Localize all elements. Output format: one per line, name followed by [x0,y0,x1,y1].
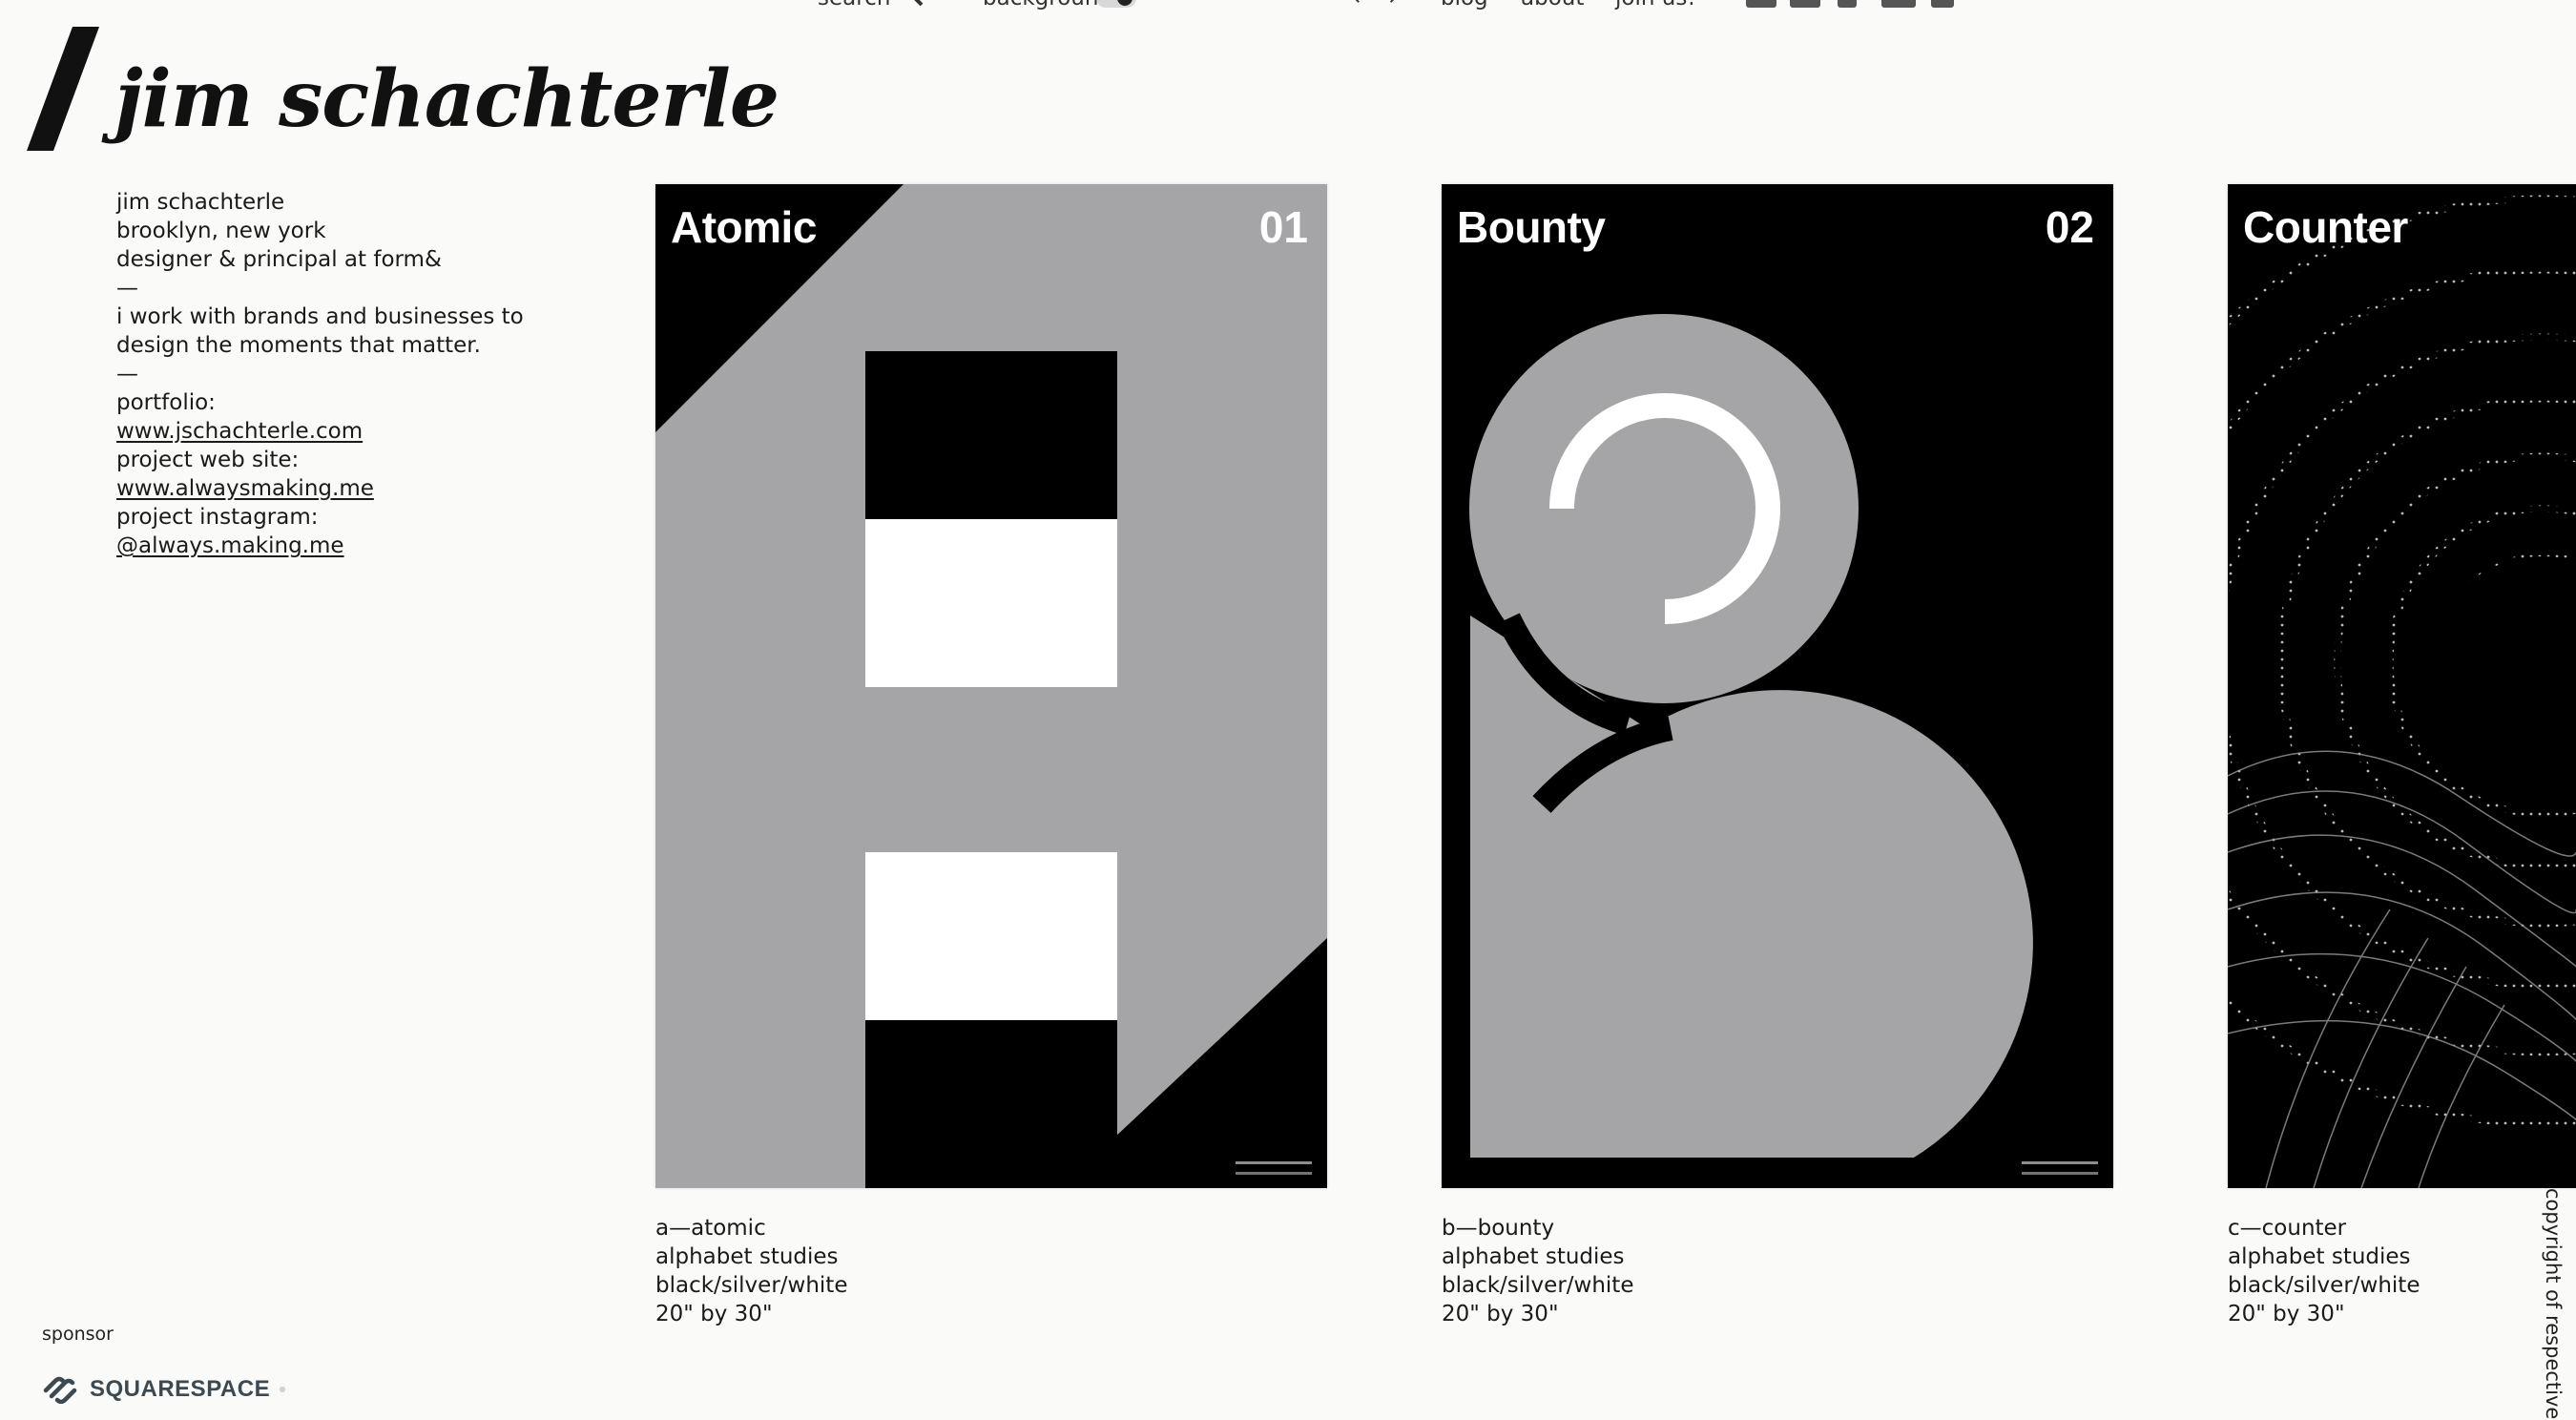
counter-artwork [2228,184,2576,1188]
caption-title[interactable]: b—bounty [1442,1214,1633,1242]
bio-statement-line-1: i work with brands and businesses to [116,304,524,329]
squarespace-logo-icon [43,1376,77,1404]
site-title[interactable]: jim schachterle [114,53,779,145]
sponsor-label: sponsor [42,1324,114,1345]
bounty-artwork [1442,184,2113,1188]
caption-size: 20" by 30" [2228,1302,2345,1326]
caption-series: alphabet studies [1442,1244,1625,1269]
bio-divider: — [116,362,138,386]
poster-title: Bounty [1457,202,1606,252]
nav-arrows[interactable]: ← → [1353,0,1397,10]
bio-location: brooklyn, new york [116,219,326,243]
caption-size: 20" by 30" [1442,1302,1559,1326]
toggle-knob [1117,0,1132,6]
poster-title: Atomic [671,202,817,252]
poster-number: 01 [1258,202,1308,252]
nav-about[interactable]: about [1521,0,1584,10]
caption-title[interactable]: c—counter [2228,1214,2420,1242]
caption-colors: black/silver/white [655,1273,848,1298]
tumblr-icon[interactable] [1838,0,1857,8]
top-nav: search background ← → blog about join us… [0,0,2576,10]
poster-title: Counter [2243,202,2408,252]
bio-role: designer & principal at form& [116,247,442,272]
google-plus-icon[interactable] [1790,0,1820,8]
nav-search-label[interactable]: search [818,0,890,10]
rss-icon[interactable] [1931,0,1954,8]
project-site-label: project web site: [116,448,300,472]
copyright-notice: copyright of respective aut [2542,1188,2565,1420]
sponsor-dot [280,1387,286,1392]
poster-counter[interactable]: Counter [2228,184,2576,1188]
nav-background-label: background [983,0,1112,10]
instagram-link[interactable]: @always.making.me [116,533,344,558]
caption-title[interactable]: a—atomic [655,1214,847,1242]
poster-fineprint [2022,1161,2098,1175]
background-toggle[interactable] [1096,0,1136,8]
project-site-link[interactable]: www.alwaysmaking.me [116,476,374,501]
caption-colors: black/silver/white [1442,1273,1634,1298]
bio-divider: — [116,276,138,301]
nav-blog[interactable]: blog [1441,0,1488,10]
email-icon[interactable] [1881,0,1916,8]
caption-counter: c—counter alphabet studies black/silver/… [2228,1214,2420,1328]
instagram-label: project instagram: [116,505,319,530]
portfolio-label: portfolio: [116,390,216,415]
page: search background ← → blog about join us… [0,0,2576,1420]
caption-series: alphabet studies [655,1244,839,1269]
facebook-icon[interactable] [1746,0,1776,8]
nav-join[interactable]: join us! [1615,0,1696,10]
bio: jim schachterle brooklyn, new york desig… [116,188,565,560]
bio-name: jim schachterle [116,190,285,215]
search-icon[interactable] [892,0,924,10]
poster-fineprint [1236,1161,1312,1175]
caption-size: 20" by 30" [655,1302,773,1326]
poster-atomic[interactable]: Atomic 01 [655,184,1327,1188]
portfolio-link[interactable]: www.jschachterle.com [116,419,363,444]
caption-series: alphabet studies [2228,1244,2411,1269]
caption-colors: black/silver/white [2228,1273,2420,1298]
sponsor-logo[interactable]: SQUARESPACE [42,1372,286,1407]
sponsor-name: SQUARESPACE [90,1376,271,1402]
atomic-artwork [655,184,1327,1188]
poster-bounty[interactable]: Bounty 02 [1442,184,2113,1188]
bio-statement-line-2: design the moments that matter. [116,333,481,358]
caption-bounty: b—bounty alphabet studies black/silver/w… [1442,1214,1633,1328]
poster-number: 02 [2045,202,2094,252]
caption-atomic: a—atomic alphabet studies black/silver/w… [655,1214,847,1328]
